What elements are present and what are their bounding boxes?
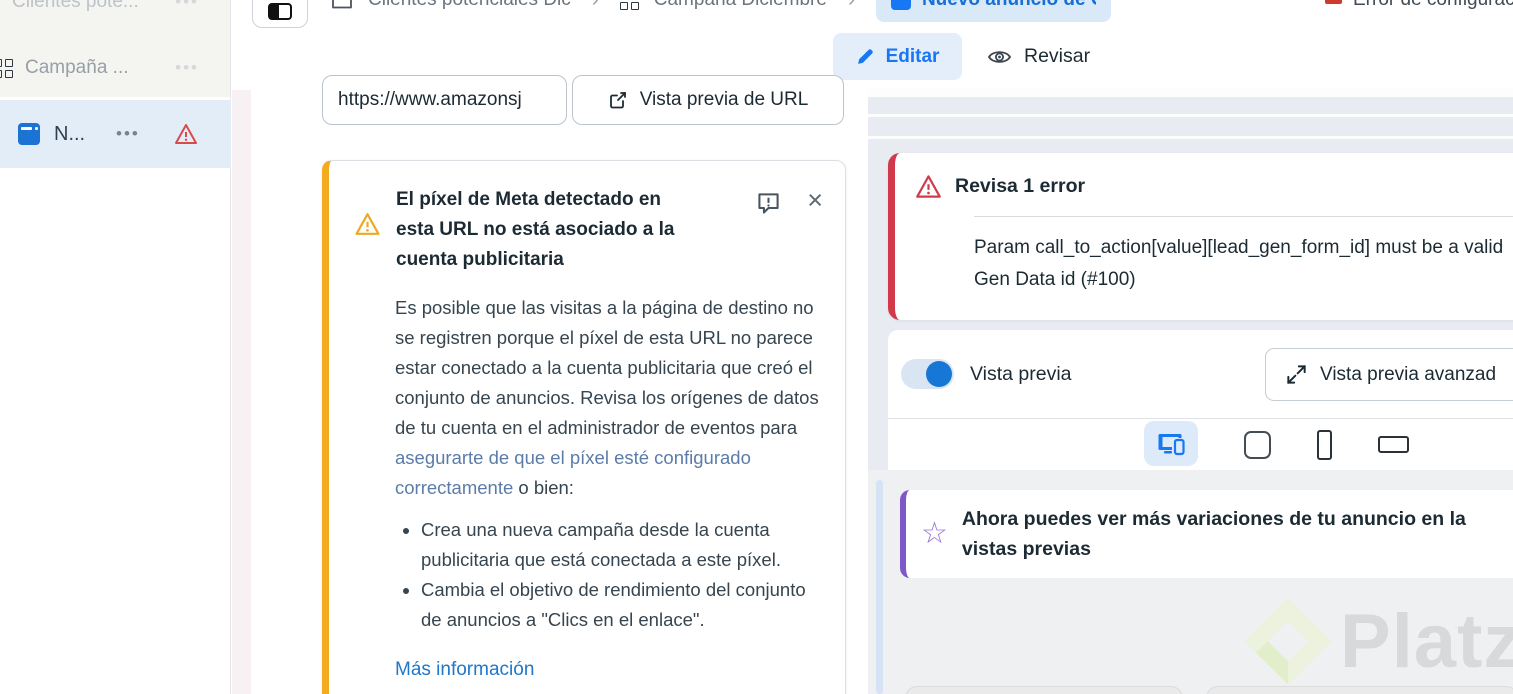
external-link-icon <box>609 92 626 109</box>
config-error-indicator[interactable]: Error de configuració <box>1325 0 1513 22</box>
review-panel: Revisa 1 error Param call_to_action[valu… <box>868 88 1513 694</box>
toggle-knob <box>926 361 952 387</box>
error-bar-icon <box>1325 0 1342 4</box>
folder-icon <box>332 0 352 9</box>
more-info-link[interactable]: Más información <box>395 659 845 681</box>
overflow-menu-icon[interactable]: ••• <box>175 0 199 12</box>
warning-body: Es posible que las visitas a la página d… <box>395 293 837 503</box>
warning-triangle-icon <box>355 213 380 235</box>
preview-placeholder-card <box>1206 686 1513 694</box>
website-url-input[interactable] <box>322 75 567 125</box>
pixel-warning-card: El píxel de Meta detectado en esta URL n… <box>322 160 846 694</box>
sidebar-item-ad-selected[interactable]: N... ••• <box>0 100 231 168</box>
watermark-text: Platzi <box>1340 598 1513 684</box>
tab-edit[interactable]: Editar <box>833 33 962 80</box>
advanced-preview-button[interactable]: Vista previa avanzad <box>1265 348 1513 401</box>
format-all-devices-selected[interactable] <box>1144 421 1198 466</box>
preview-toggle-label: Vista previa <box>970 362 1072 385</box>
eye-icon <box>987 50 1012 63</box>
error-message: Param call_to_action[value][lead_gen_for… <box>974 232 1513 296</box>
tab-edit-label: Editar <box>885 45 940 67</box>
chevron-right-icon: › <box>586 0 605 12</box>
review-error-card: Revisa 1 error Param call_to_action[valu… <box>888 153 1513 320</box>
breadcrumb-adset[interactable]: Campaña Diciembre <box>654 0 827 11</box>
error-warning-icon <box>174 124 197 144</box>
adset-grid-icon <box>619 0 639 10</box>
expand-icon <box>1287 365 1306 384</box>
panel-separator <box>868 114 1513 117</box>
sidebar-item-adset[interactable]: Campaña ... ••• <box>0 48 231 88</box>
config-error-label: Error de configuració <box>1353 0 1513 11</box>
preview-toggle-card: Vista previa Vista previa avanzad <box>888 330 1513 418</box>
breadcrumb: Clientes potenciales Dic › Campaña Dicie… <box>331 0 1111 22</box>
pencil-icon <box>857 49 873 64</box>
error-triangle-icon <box>916 175 941 198</box>
sidebar-item-label: N... <box>54 122 86 145</box>
panel-scrollbar[interactable] <box>876 480 883 694</box>
url-preview-button[interactable]: Vista previa de URL <box>572 75 844 125</box>
sidebar-item-label: Clientes pote... <box>12 0 139 12</box>
overflow-menu-icon[interactable]: ••• <box>116 124 140 144</box>
adset-grid-icon <box>0 58 13 78</box>
star-icon: ☆ <box>921 517 948 550</box>
warning-body-text: o bien: <box>513 477 574 498</box>
warning-suggestion: Cambia el objetivo de rendimiento del co… <box>421 575 821 635</box>
warning-title: El píxel de Meta detectado en esta URL n… <box>396 189 675 270</box>
preview-format-selector <box>888 418 1513 470</box>
breadcrumb-ad-label: Nuevo anuncio de Clien... <box>922 0 1096 11</box>
preview-variations-notice: ☆ Ahora puedes ver más variaciones de tu… <box>900 490 1513 578</box>
preview-toggle[interactable] <box>901 359 954 389</box>
collapse-sidebar-button[interactable] <box>252 0 308 28</box>
desktop-mobile-icon <box>1158 433 1185 455</box>
close-icon[interactable]: × <box>807 187 823 275</box>
platzi-logo-icon <box>1244 597 1332 685</box>
campaign-tree-sidebar: Clientes pote... ••• Campaña ... ••• N..… <box>0 0 231 694</box>
url-preview-label: Vista previa de URL <box>639 89 809 110</box>
ad-icon <box>18 123 40 145</box>
sidebar-item-campaign[interactable]: Clientes pote... ••• <box>0 0 231 22</box>
warning-suggestion: Crea una nueva campaña desde la cuenta p… <box>421 515 821 575</box>
breadcrumb-ad-selected[interactable]: Nuevo anuncio de Clien... <box>875 0 1111 22</box>
chevron-right-icon: › <box>842 0 861 12</box>
format-landscape-icon[interactable] <box>1378 436 1409 453</box>
advanced-preview-label: Vista previa avanzad <box>1320 363 1497 385</box>
tab-review-label: Revisar <box>1024 45 1091 67</box>
format-square-icon[interactable] <box>1244 430 1271 459</box>
preview-placeholder-card <box>905 686 1183 694</box>
ad-icon <box>890 0 911 10</box>
notice-text: Ahora puedes ver más variaciones de tu a… <box>962 504 1466 564</box>
platzi-watermark: Platzi <box>1240 593 1513 689</box>
feedback-bubble-icon[interactable] <box>756 192 781 216</box>
panel-separator <box>868 136 1513 139</box>
notice-line: vistas previas <box>961 538 1091 560</box>
ads-manager-app: Clientes pote... ••• Campaña ... ••• N..… <box>0 0 1513 694</box>
error-card-title: Revisa 1 error <box>955 175 1086 197</box>
error-message-line: Gen Data id (#100) <box>974 269 1136 290</box>
ad-editor-column: Vista previa de URL El píxel de Meta det… <box>231 75 868 694</box>
warning-suggestions-list: Crea una nueva campaña desde la cuenta p… <box>419 515 821 635</box>
panel-separator <box>868 88 1513 97</box>
scroll-gutter[interactable] <box>232 90 251 694</box>
panel-left-icon <box>268 3 292 20</box>
breadcrumb-campaign[interactable]: Clientes potenciales Dic <box>368 0 571 11</box>
warning-body-text: Es posible que las visitas a la página d… <box>395 297 819 438</box>
notice-line: Ahora puedes ver más variaciones de tu a… <box>961 508 1466 530</box>
divider <box>974 216 1513 217</box>
error-message-line: Param call_to_action[value][lead_gen_for… <box>974 237 1504 258</box>
format-vertical-icon[interactable] <box>1317 429 1332 460</box>
sidebar-item-label: Campaña ... <box>25 57 129 78</box>
overflow-menu-icon[interactable]: ••• <box>175 58 199 78</box>
tab-review[interactable]: Revisar <box>987 33 1090 80</box>
